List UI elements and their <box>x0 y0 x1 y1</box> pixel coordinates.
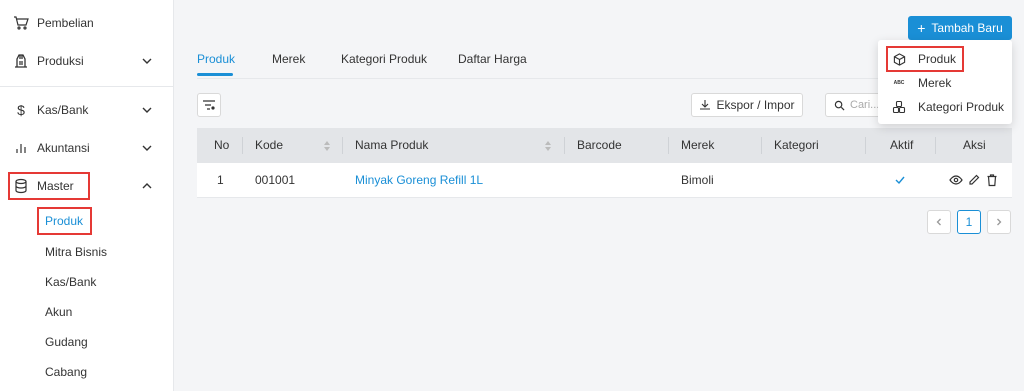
sidebar-item-pembelian[interactable]: Pembelian <box>0 8 174 38</box>
column-header-aksi: Aksi <box>963 138 986 152</box>
table-header: No Kode Nama Produk Barcode Merek Katego… <box>197 128 1012 163</box>
chevron-up-icon <box>142 183 152 189</box>
column-header-kode[interactable]: Kode <box>255 128 283 163</box>
tab-produk[interactable]: Produk <box>197 52 235 66</box>
highlight-box-master <box>8 172 90 200</box>
cell-no: 1 <box>217 173 224 187</box>
pagination-next-button[interactable] <box>987 210 1011 234</box>
column-separator <box>865 137 866 154</box>
sidebar-item-produksi[interactable]: Produksi <box>0 46 174 76</box>
tab-merek[interactable]: Merek <box>272 52 305 66</box>
highlight-box-dropdown-produk <box>886 46 964 72</box>
submenu-item-akun[interactable]: Akun <box>45 303 72 321</box>
dropdown-item-kategori-produk[interactable]: Kategori Produk <box>892 98 1004 116</box>
sidebar-item-label: Pembelian <box>37 16 94 30</box>
column-header-aktif: Aktif <box>890 138 914 152</box>
column-header-barcode: Barcode <box>577 138 622 152</box>
add-new-label: Tambah Baru <box>931 21 1003 35</box>
column-separator <box>242 137 243 154</box>
sidebar-item-label: Kas/Bank <box>37 103 89 117</box>
dropdown-item-label: Kategori Produk <box>918 100 1005 114</box>
column-header-no: No <box>214 138 230 152</box>
chevron-down-icon <box>142 58 152 64</box>
dropdown-item-label: Merek <box>918 76 952 90</box>
submenu-item-cabang[interactable]: Cabang <box>45 363 87 381</box>
filter-button[interactable] <box>197 93 221 117</box>
column-header-merek: Merek <box>681 138 715 152</box>
download-icon <box>699 99 711 111</box>
column-separator <box>342 137 343 154</box>
column-separator <box>564 137 565 154</box>
tab-kategori-produk[interactable]: Kategori Produk <box>341 52 427 66</box>
add-new-button[interactable]: + Tambah Baru <box>908 16 1012 40</box>
chevron-down-icon <box>142 107 152 113</box>
chevron-right-icon <box>997 218 1002 226</box>
sidebar-item-akuntansi[interactable]: Akuntansi <box>0 133 174 163</box>
table-row: 1 001001 Minyak Goreng Refill 1L Bimoli <box>197 163 1012 198</box>
boxes-icon <box>892 100 906 114</box>
export-import-button[interactable]: Ekspor / Impor <box>691 93 803 117</box>
column-separator <box>668 137 669 154</box>
chevron-left-icon <box>936 218 941 226</box>
delete-icon[interactable] <box>985 173 999 187</box>
pagination-page-1[interactable]: 1 <box>957 210 981 234</box>
view-icon[interactable] <box>949 173 963 187</box>
bar-chart-icon <box>12 139 30 157</box>
factory-icon <box>12 52 30 70</box>
sidebar: Pembelian Produksi $ Kas/Bank Akuntansi … <box>0 0 174 391</box>
sidebar-item-kas-bank[interactable]: $ Kas/Bank <box>0 95 174 125</box>
tab-daftar-harga[interactable]: Daftar Harga <box>458 52 527 66</box>
dollar-icon: $ <box>17 102 25 118</box>
cart-icon <box>12 14 30 32</box>
filter-icon <box>203 100 215 110</box>
column-separator <box>761 137 762 154</box>
cell-merek: Bimoli <box>681 173 714 187</box>
export-import-label: Ekspor / Impor <box>716 98 795 112</box>
chevron-down-icon <box>142 145 152 151</box>
submenu-item-mitra-bisnis[interactable]: Mitra Bisnis <box>45 243 107 261</box>
column-header-nama-produk[interactable]: Nama Produk <box>355 128 428 163</box>
column-header-kategori: Kategori <box>774 138 819 152</box>
edit-icon[interactable] <box>967 173 981 187</box>
sidebar-divider <box>0 86 174 87</box>
submenu-item-gudang[interactable]: Gudang <box>45 333 88 351</box>
sidebar-item-label: Produksi <box>37 54 84 68</box>
sort-icon[interactable] <box>544 140 552 152</box>
tab-active-indicator <box>197 73 233 76</box>
dropdown-item-merek[interactable]: ABC Merek <box>892 74 952 92</box>
product-name-link[interactable]: Minyak Goreng Refill 1L <box>355 163 483 198</box>
highlight-box-produk <box>37 207 92 235</box>
sidebar-item-label: Akuntansi <box>37 141 90 155</box>
pagination-prev-button[interactable] <box>927 210 951 234</box>
check-icon <box>894 174 906 188</box>
plus-icon: + <box>917 20 926 36</box>
row-actions <box>949 173 999 187</box>
column-separator <box>935 137 936 154</box>
sort-icon[interactable] <box>323 140 331 152</box>
cell-kode: 001001 <box>255 173 296 187</box>
submenu-item-kas-bank[interactable]: Kas/Bank <box>45 273 96 291</box>
brand-icon: ABC <box>893 80 905 86</box>
search-icon <box>834 100 845 111</box>
